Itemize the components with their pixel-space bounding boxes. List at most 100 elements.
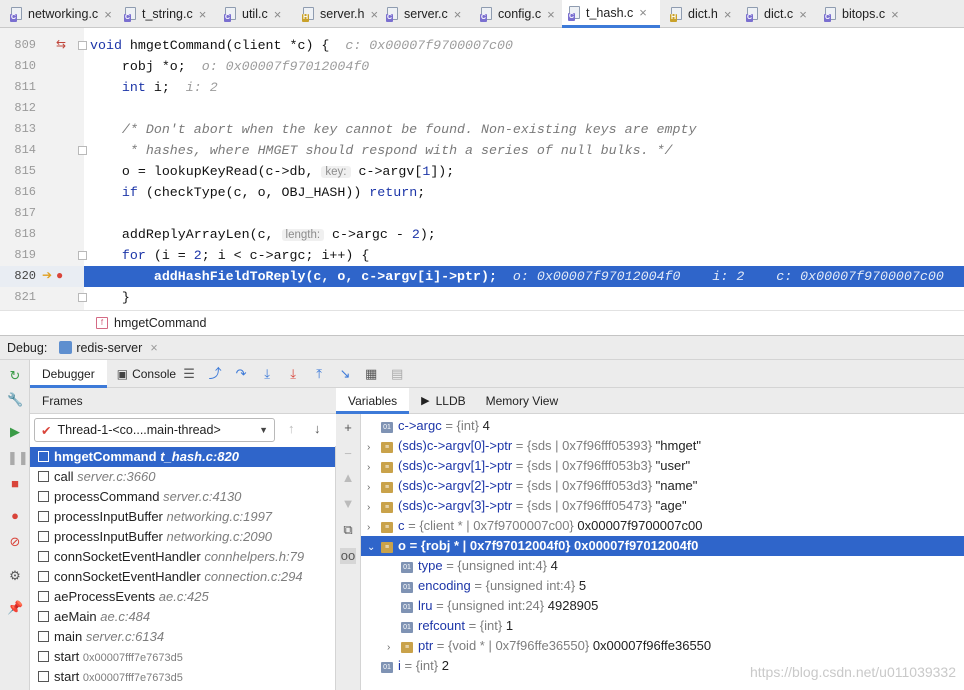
session-tab[interactable]: redis-server [76, 341, 142, 355]
code-token: ]); [430, 164, 455, 179]
breakpoint-icon[interactable]: ● [56, 268, 63, 282]
tab-label: t_string.c [142, 7, 193, 21]
step-out-icon[interactable]: ⤒ [311, 366, 327, 382]
step-into-icon[interactable]: ⤓ [259, 366, 275, 382]
stack-frame[interactable]: connSocketEventHandler connhelpers.h:79 [30, 547, 335, 567]
tab-t_string-c[interactable]: Ct_string.c × [118, 0, 214, 28]
tab-console[interactable]: Console [132, 367, 176, 381]
tab-variables[interactable]: Variables [336, 387, 410, 414]
variable-row[interactable]: 01 lru = {unsigned int:24} 4928905 [361, 596, 964, 616]
close-tab-icon[interactable]: × [799, 7, 807, 22]
stack-frame[interactable]: start 0x00007fff7e7673d5 [30, 647, 335, 667]
line-number: 819 [14, 248, 36, 262]
tab-server-h[interactable]: Hserver.h × [296, 0, 378, 28]
variable-row[interactable]: › ≡ (sds)c->argv[0]->ptr = {sds | 0x7f96ff… [361, 436, 964, 456]
resume-icon[interactable]: ▶ [7, 424, 23, 440]
expand-arrow-icon[interactable]: › [387, 638, 401, 658]
code-line-818: addReplyArrayLen(c, length: c->argc - 2)… [90, 224, 436, 245]
stop-icon[interactable]: ■ [7, 476, 23, 492]
pin-icon[interactable]: 📌 [7, 600, 23, 616]
variable-row[interactable]: › ≡ (sds)c->argv[1]->ptr = {sds | 0x7f96ff… [361, 456, 964, 476]
step-over-icon[interactable]: ↷ [233, 366, 249, 382]
variable-row[interactable]: 01 type = {unsigned int:4} 4 [361, 556, 964, 576]
next-frame-icon[interactable]: ↓ [314, 421, 321, 436]
rerun-icon[interactable]: ↻ [7, 368, 23, 384]
breadcrumb[interactable]: f hmgetCommand [0, 310, 964, 335]
tab-util-c[interactable]: Cutil.c × [218, 0, 292, 28]
variable-row[interactable]: › ≡ (sds)c->argv[3]->ptr = {sds | 0x7f96ff… [361, 496, 964, 516]
tab-networking-c[interactable]: Cnetworking.c × [4, 0, 114, 28]
close-tab-icon[interactable]: × [547, 7, 555, 22]
view-breakpoints-icon[interactable]: ● [7, 508, 23, 524]
tab-lldb[interactable]: LLDB [436, 394, 466, 408]
thread-selector[interactable]: ✔ Thread-1-<co....main-thread> ▼ [34, 418, 275, 442]
move-up-icon[interactable]: ▲ [340, 470, 356, 486]
variable-row[interactable]: 01 c->argc = {int} 4 [361, 416, 964, 436]
stack-frame[interactable]: processInputBuffer networking.c:2090 [30, 527, 335, 547]
variable-row[interactable]: › ≡ (sds)c->argv[2]->ptr = {sds | 0x7f96ff… [361, 476, 964, 496]
pause-icon[interactable]: ❚❚ [7, 450, 29, 466]
watches-glasses-icon[interactable]: oo [340, 548, 356, 564]
variable-row[interactable]: › ≡ ptr = {void * | 0x7f96ffe36550} 0x0000… [361, 636, 964, 656]
fold-marker[interactable] [78, 293, 87, 302]
recursive-call-icon[interactable]: ⇆ [56, 37, 66, 51]
struct-variable-icon: ≡ [401, 642, 413, 653]
stack-frame[interactable]: aeProcessEvents ae.c:425 [30, 587, 335, 607]
close-tab-icon[interactable]: × [724, 7, 732, 22]
close-tab-icon[interactable]: × [891, 7, 899, 22]
stack-frame[interactable]: aeMain ae.c:484 [30, 607, 335, 627]
expand-arrow-icon[interactable]: › [367, 498, 381, 518]
expand-arrow-icon[interactable]: › [367, 438, 381, 458]
stack-frame[interactable]: processInputBuffer networking.c:1997 [30, 507, 335, 527]
expand-arrow-icon[interactable]: › [367, 478, 381, 498]
move-down-icon[interactable]: ▼ [340, 496, 356, 512]
stack-frame[interactable]: main server.c:6134 [30, 627, 335, 647]
show-execution-point-icon[interactable]: ⤴ [207, 366, 223, 382]
expand-arrow-icon[interactable]: ⌄ [367, 538, 381, 558]
stack-frame[interactable]: start 0x00007fff7e7673d5 [30, 667, 335, 687]
stack-frame[interactable]: processCommand server.c:4130 [30, 487, 335, 507]
prev-frame-icon[interactable]: ↑ [288, 421, 295, 436]
trace-icon[interactable]: ▤ [389, 366, 405, 382]
variable-row[interactable]: 01 refcount = {int} 1 [361, 616, 964, 636]
tab-debugger[interactable]: Debugger [30, 359, 107, 388]
close-tab-icon[interactable]: × [104, 7, 112, 22]
add-watch-icon[interactable]: + [340, 420, 356, 436]
variable-row[interactable]: › ≡ c = {client * | 0x7f9700007c00} 0x0000… [361, 516, 964, 536]
close-tab-icon[interactable]: × [199, 7, 207, 22]
code-token: if [121, 185, 138, 200]
tab-dict-c[interactable]: Cdict.c × [740, 0, 814, 28]
mute-breakpoints-icon[interactable]: ⊘ [7, 534, 23, 550]
stack-frame[interactable]: hmgetCommand t_hash.c:820 [30, 447, 335, 467]
settings-wrench-icon[interactable]: 🔧 [7, 392, 23, 408]
stack-frame[interactable]: call server.c:3660 [30, 467, 335, 487]
force-step-into-icon[interactable]: ⤓ [285, 366, 301, 382]
tab-t_hash-c[interactable]: Ct_hash.c × [562, 0, 660, 28]
tab-server-c[interactable]: Cserver.c × [380, 0, 470, 28]
close-tab-icon[interactable]: × [639, 5, 647, 20]
expand-arrow-icon[interactable]: › [367, 458, 381, 478]
run-to-cursor-icon[interactable]: ↘ [337, 366, 353, 382]
breadcrumb-function[interactable]: hmgetCommand [114, 316, 206, 330]
tab-memory-view[interactable]: Memory View [486, 394, 558, 408]
variable-row[interactable]: 01 encoding = {unsigned int:4} 5 [361, 576, 964, 596]
copy-icon[interactable]: ⧉ [340, 522, 356, 538]
fold-marker[interactable] [78, 41, 87, 50]
stack-frame[interactable]: connSocketEventHandler connection.c:294 [30, 567, 335, 587]
variable-row[interactable]: ⌄ ≡ o = {robj * | 0x7f97012004f0} 0x00007f… [361, 536, 964, 556]
close-tab-icon[interactable]: × [370, 7, 378, 22]
expand-arrow-icon[interactable]: › [367, 518, 381, 538]
layout-menu-icon[interactable]: ☰ [181, 366, 197, 382]
fold-marker[interactable] [78, 251, 87, 260]
fold-marker[interactable] [78, 146, 87, 155]
tab-config-c[interactable]: Cconfig.c × [474, 0, 558, 28]
close-tab-icon[interactable]: × [454, 7, 462, 22]
evaluate-expression-icon[interactable]: ▦ [363, 366, 379, 382]
frame-location: connhelpers.h:79 [204, 549, 305, 564]
gear-icon[interactable]: ⚙ [7, 568, 23, 584]
tab-dict-h[interactable]: Hdict.h × [664, 0, 736, 28]
remove-watch-icon[interactable]: − [340, 446, 356, 462]
tab-bitops-c[interactable]: Cbitops.c × [818, 0, 904, 28]
close-tab-icon[interactable]: × [274, 7, 282, 22]
close-session-icon[interactable]: × [150, 341, 157, 355]
